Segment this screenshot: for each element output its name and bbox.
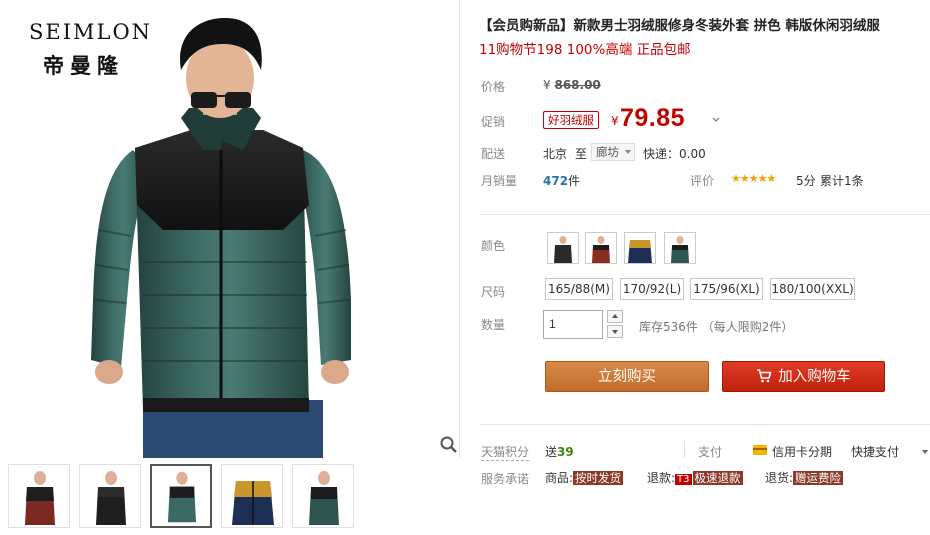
main-product-image[interactable]: SEIMLON 帝曼隆 [3, 0, 460, 458]
thumbnail-1[interactable] [8, 464, 70, 528]
service-return-prefix: 退货: [765, 471, 794, 485]
size-option-m[interactable]: 165/88(M) [545, 278, 613, 300]
quick-pay-link[interactable]: 快捷支付 [851, 443, 899, 460]
destination-value: 廊坊 [596, 145, 619, 159]
credit-card-icon [753, 445, 767, 455]
on-time-delivery-tag: 按时发货 [573, 471, 624, 485]
promo-tag: 好羽绒服 [543, 111, 599, 129]
thumbnail-2[interactable] [79, 464, 141, 528]
quantity-label: 数量 [481, 318, 506, 332]
monthly-sales: 472件 [543, 172, 580, 189]
zoom-icon[interactable] [439, 435, 459, 455]
promo-label: 促销 [481, 115, 506, 129]
service-return[interactable]: 退货: 赠运费险 [765, 469, 844, 486]
chevron-down-icon[interactable] [710, 114, 722, 126]
service-goods[interactable]: 商品: 按时发货 [545, 469, 624, 486]
promo-price: 79.85 [620, 104, 686, 132]
shipping-label: 配送 [481, 147, 506, 161]
review-count-link[interactable]: 累计1条 [820, 172, 864, 189]
cart-icon [757, 368, 772, 382]
fast-refund-tag: 极速退款 [692, 471, 743, 485]
rating-label: 评价 [690, 174, 715, 188]
points-prefix: 送 [545, 445, 558, 459]
currency-symbol: ¥ [543, 78, 551, 92]
add-to-cart-button[interactable]: 加入购物车 [722, 361, 885, 392]
service-promise-label: 服务承诺 [481, 472, 530, 486]
color-swatch-3[interactable] [624, 232, 656, 264]
ship-to-word: 至 [575, 147, 588, 161]
destination-select[interactable]: 廊坊 [591, 143, 635, 161]
quantity-input[interactable]: 1 [543, 310, 603, 339]
product-gallery: SEIMLON 帝曼隆 [0, 0, 460, 535]
original-price-value: 868.00 [554, 78, 601, 92]
product-title: 【会员购新品】新款男士羽绒服修身冬装外套 拼色 韩版休闲羽绒服 [479, 18, 880, 34]
shipping-insurance-tag: 赠运费险 [793, 471, 844, 485]
size-option-l[interactable]: 170/92(L) [620, 278, 684, 300]
buy-now-button[interactable]: 立刻购买 [545, 361, 709, 392]
monthly-sales-label: 月销量 [481, 174, 518, 188]
service-refund[interactable]: 退款: T3 极速退款 [647, 469, 743, 486]
color-swatch-1[interactable] [547, 232, 579, 264]
monthly-sales-unit: 件 [568, 174, 581, 188]
service-refund-prefix: 退款: [647, 471, 676, 485]
caret-down-icon [625, 150, 631, 154]
divider [684, 442, 685, 458]
ship-from-city: 北京 [543, 147, 568, 161]
divider [479, 424, 930, 425]
size-option-xl[interactable]: 175/96(XL) [690, 278, 763, 300]
rating-score: 5分 [796, 174, 816, 188]
service-goods-prefix: 商品: [545, 471, 574, 485]
credit-card-installment-link[interactable]: 信用卡分期 [772, 443, 832, 460]
thumbnail-strip [0, 460, 460, 535]
product-info-panel: 【会员购新品】新款男士羽绒服修身冬装外套 拼色 韩版休闲羽绒服 11购物节198… [461, 0, 930, 535]
promo-currency-symbol: ¥ [611, 114, 619, 128]
caret-down-icon[interactable] [922, 450, 928, 454]
size-option-xxl[interactable]: 180/100(XXL) [770, 278, 855, 300]
thumbnail-3[interactable] [150, 464, 212, 528]
brand-name-en: SEIMLON [29, 20, 153, 44]
tmall-points: 送39 [545, 443, 574, 460]
rating-stars-icon: ★★★★★ [731, 172, 776, 185]
brand-logo: SEIMLON 帝曼隆 [29, 20, 152, 80]
thumbnail-4[interactable] [221, 464, 283, 528]
add-to-cart-label: 加入购物车 [778, 369, 851, 385]
size-label: 尺码 [481, 285, 506, 299]
product-subtitle: 11购物节198 100%高端 正品包邮 [479, 42, 691, 58]
t3-badge: T3 [675, 474, 692, 485]
original-price: ¥ 868.00 [543, 78, 601, 92]
stock-info: 库存536件 （每人限购2件） [639, 320, 794, 334]
quantity-increase-button[interactable] [607, 310, 623, 323]
points-value: 39 [557, 445, 574, 459]
tmall-points-label[interactable]: 天猫积分 [481, 443, 530, 461]
color-swatch-2[interactable] [585, 232, 617, 264]
divider [479, 214, 930, 215]
color-swatch-4[interactable] [664, 232, 696, 264]
quantity-decrease-button[interactable] [607, 325, 623, 338]
price-label: 价格 [481, 80, 506, 94]
thumbnail-5[interactable] [292, 464, 354, 528]
payment-label: 支付 [698, 445, 723, 459]
brand-name-cn: 帝曼隆 [43, 53, 124, 78]
monthly-sales-count: 472 [543, 174, 569, 188]
color-label: 颜色 [481, 239, 506, 253]
shipping-fee: 快递：0.00 [643, 147, 706, 161]
